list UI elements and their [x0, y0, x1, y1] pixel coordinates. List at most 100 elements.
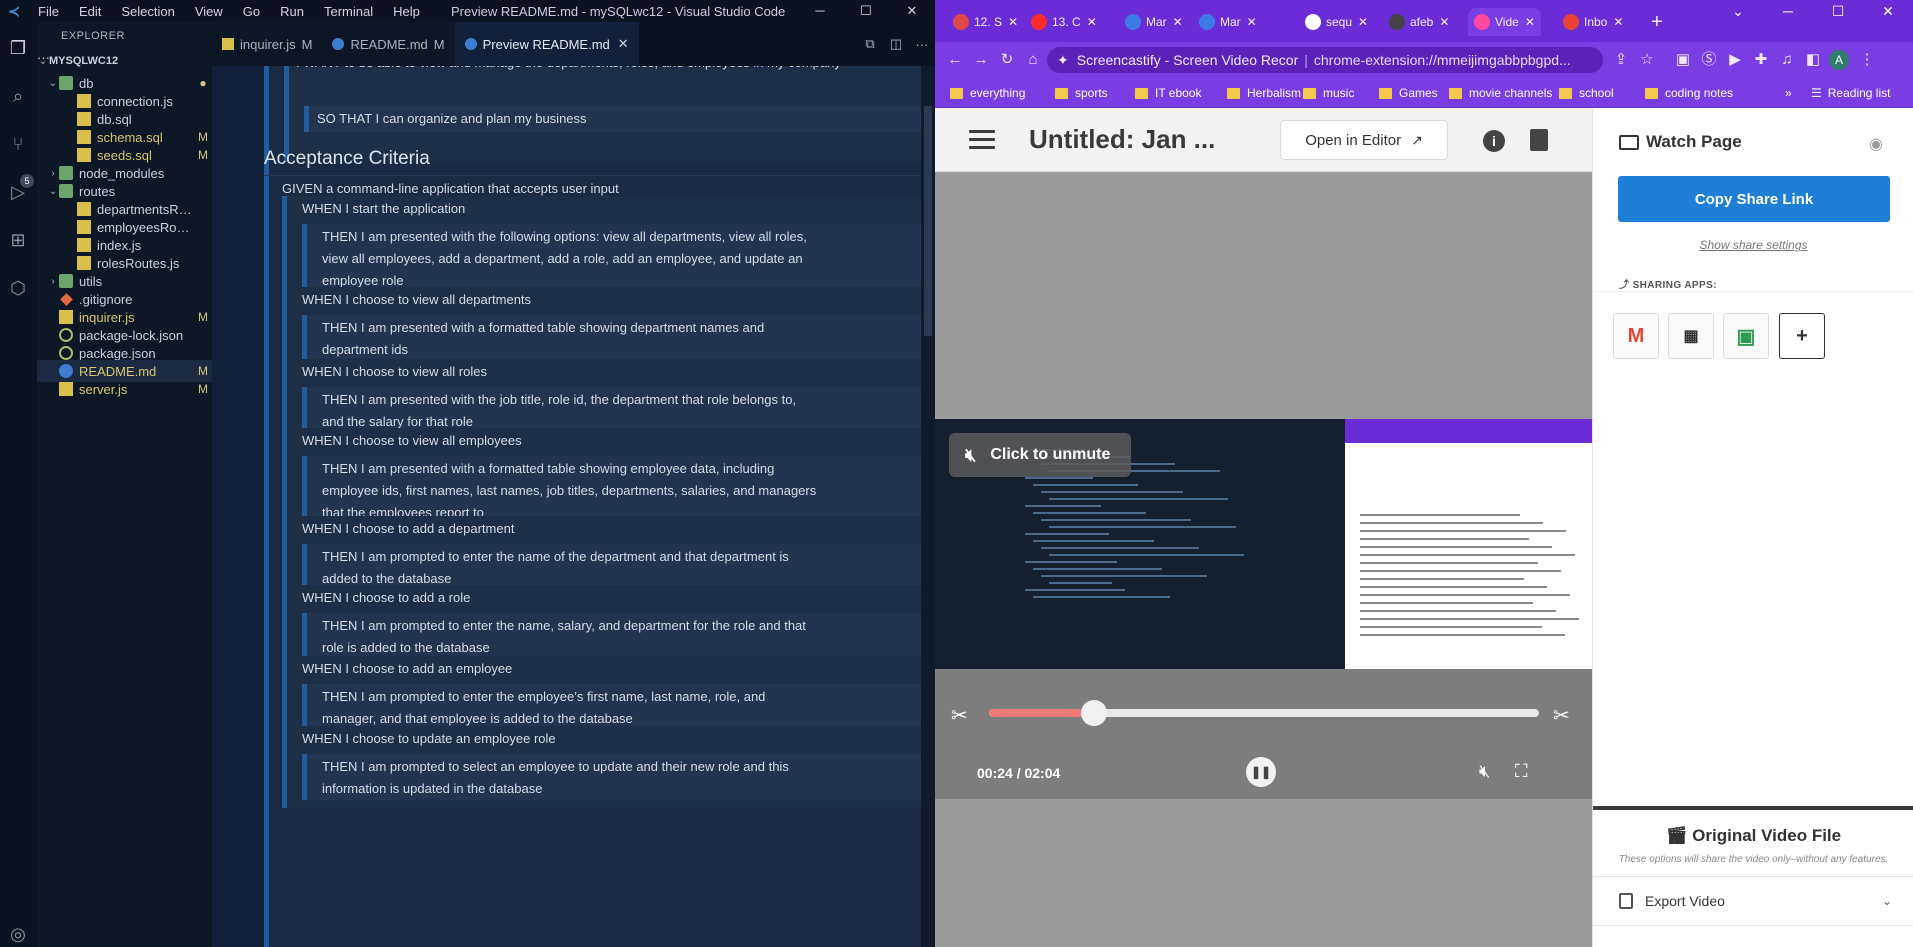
chrome-maximize-button[interactable]: ☐ [1813, 0, 1863, 22]
next-option-row[interactable] [1593, 926, 1913, 947]
new-tab-button[interactable]: + [1651, 8, 1663, 36]
close-tab-icon[interactable]: ✕ [1247, 15, 1257, 29]
close-tab-icon[interactable]: ✕ [1439, 15, 1449, 29]
bookmark-folder[interactable]: coding notes [1645, 84, 1733, 102]
extension-s-icon[interactable]: Ⓢ [1699, 50, 1719, 70]
close-tab-icon[interactable]: ✕ [1358, 15, 1368, 29]
browser-tab[interactable]: sequ ✕ [1305, 8, 1368, 36]
trim-end-scissors-icon[interactable]: ✂ [1553, 703, 1570, 728]
trash-icon[interactable] [1530, 129, 1548, 151]
fullscreen-icon[interactable]: ⛶ [1515, 761, 1528, 782]
bookmark-folder[interactable]: Games [1379, 84, 1438, 102]
open-source-icon[interactable]: ⧉ [857, 36, 883, 52]
media-control-icon[interactable]: ♫ [1777, 50, 1797, 70]
menu-run[interactable]: Run [270, 4, 314, 19]
eye-icon[interactable]: ◉ [1869, 134, 1883, 154]
menu-go[interactable]: Go [233, 4, 270, 19]
copy-share-link-button[interactable]: Copy Share Link [1618, 176, 1890, 222]
browser-tab[interactable]: 13. C ✕ [1031, 8, 1097, 36]
tab-inquirer-js[interactable]: inquirer.js M [212, 22, 323, 66]
back-icon[interactable]: ← [945, 50, 965, 70]
browser-tab[interactable]: 12. S ✕ [953, 8, 1018, 36]
seek-bar[interactable] [989, 700, 1539, 726]
show-share-settings-link[interactable]: Show share settings [1593, 238, 1913, 252]
info-icon[interactable]: i [1483, 130, 1505, 152]
remote-explorer-icon[interactable]: ⬡ [6, 276, 30, 300]
browser-tab[interactable]: Inbo ✕ [1563, 8, 1623, 36]
trim-start-scissors-icon[interactable]: ✂ [951, 703, 968, 728]
close-tab-icon[interactable]: ✕ [1525, 15, 1535, 29]
menu-file[interactable]: File [28, 4, 69, 19]
browser-tab[interactable]: Mar ✕ [1199, 8, 1257, 36]
run-debug-icon[interactable]: ▷ [6, 180, 30, 204]
tab-search-icon[interactable]: ⌄ [1713, 0, 1763, 22]
menu-edit[interactable]: Edit [69, 4, 111, 19]
extension-icon[interactable]: ▣ [1673, 50, 1693, 70]
browser-tab[interactable]: afeb ✕ [1389, 8, 1449, 36]
extensions-icon[interactable]: ⊞ [6, 228, 30, 252]
gmail-icon[interactable]: M [1613, 313, 1659, 359]
bookmarks-overflow[interactable]: » [1785, 84, 1792, 102]
address-bar[interactable]: ✦ Screencastify - Screen Video Recor | c… [1047, 47, 1603, 73]
volume-muted-icon[interactable]: 🔇︎ [1479, 761, 1490, 782]
vscode-maximize-button[interactable]: ☐ [843, 0, 889, 22]
menu-help[interactable]: Help [383, 4, 430, 19]
split-editor-icon[interactable]: ◫ [883, 36, 909, 52]
add-app-icon[interactable]: + [1779, 313, 1825, 359]
tree-file[interactable]: server.js M [37, 378, 212, 400]
explorer-files-icon[interactable]: ❐ [6, 36, 30, 60]
click-to-unmute-button[interactable]: 🔇︎ Click to unmute [949, 433, 1131, 477]
chrome-menu-icon[interactable]: ⋮ [1857, 50, 1877, 70]
open-in-editor-button[interactable]: Open in Editor ↗ [1280, 120, 1448, 160]
close-tab-icon[interactable]: ✕ [1173, 15, 1183, 29]
video-code-line [1033, 568, 1162, 570]
profile-avatar[interactable]: A [1829, 50, 1849, 70]
qr-code-icon[interactable]: ▦ [1668, 313, 1714, 359]
source-control-icon[interactable]: ⑂ [6, 132, 30, 156]
sidebar-icon[interactable]: ◧ [1803, 50, 1823, 70]
pause-button[interactable]: ❚❚ [1246, 757, 1276, 787]
preview-scrollbar[interactable] [921, 66, 935, 947]
bookmark-folder[interactable]: IT ebook [1135, 84, 1201, 102]
more-actions-icon[interactable]: ··· [909, 37, 935, 52]
google-classroom-icon[interactable]: ▣ [1723, 313, 1769, 359]
extensions-puzzle-icon[interactable]: ✚ [1751, 50, 1771, 70]
tab-readme-md[interactable]: README.md M [322, 22, 455, 66]
browser-tab[interactable]: Vide ✕ [1468, 8, 1541, 36]
share-icon[interactable]: ⇪ [1611, 50, 1631, 70]
seek-handle[interactable] [1080, 700, 1107, 726]
export-video-row[interactable]: Export Video ⌄ [1593, 876, 1913, 926]
video-player[interactable]: 🔇︎ Click to unmute ✂ ✂ 00:24 / 02:04 ❚❚ … [935, 419, 1592, 799]
reload-icon[interactable]: ↻ [997, 50, 1017, 70]
explorer-root-folder[interactable]: ⌄ MYSQLWC12 [37, 50, 212, 72]
bookmark-folder[interactable]: music [1303, 84, 1354, 102]
hamburger-menu-icon[interactable] [969, 130, 995, 150]
close-tab-icon[interactable]: ✕ [1613, 15, 1623, 29]
bookmark-folder[interactable]: movie channels [1449, 84, 1552, 102]
chrome-minimize-button[interactable]: ─ [1763, 0, 1813, 22]
menu-view[interactable]: View [185, 4, 233, 19]
chrome-close-button[interactable]: ✕ [1863, 0, 1913, 22]
bookmark-star-icon[interactable]: ☆ [1637, 50, 1657, 70]
bookmark-folder[interactable]: sports [1055, 84, 1108, 102]
menu-selection[interactable]: Selection [111, 4, 184, 19]
scrollbar-thumb[interactable] [924, 106, 932, 336]
screencastify-ext-icon[interactable]: ▶ [1725, 50, 1745, 70]
bookmark-folder[interactable]: everything [950, 84, 1025, 102]
browser-tab[interactable]: Mar ✕ [1125, 8, 1183, 36]
account-icon[interactable]: ◎ [6, 922, 30, 946]
home-icon[interactable]: ⌂ [1023, 50, 1043, 70]
tab-preview-readme[interactable]: Preview README.md ✕ [454, 22, 639, 66]
close-tab-icon[interactable]: ✕ [1087, 15, 1097, 29]
vscode-close-button[interactable]: ✕ [889, 0, 935, 22]
menu-terminal[interactable]: Terminal [314, 4, 383, 19]
close-tab-icon[interactable]: ✕ [1008, 15, 1018, 29]
reading-list[interactable]: ☰ Reading list [1811, 84, 1890, 102]
bookmark-folder[interactable]: Herbalism [1227, 84, 1301, 102]
video-title[interactable]: Untitled: Jan ... [1029, 124, 1215, 155]
forward-icon[interactable]: → [971, 50, 991, 70]
close-tab-icon[interactable]: ✕ [618, 36, 629, 52]
vscode-minimize-button[interactable]: ─ [797, 0, 843, 22]
bookmark-folder[interactable]: school [1559, 84, 1614, 102]
search-icon[interactable]: ⌕ [6, 84, 30, 108]
